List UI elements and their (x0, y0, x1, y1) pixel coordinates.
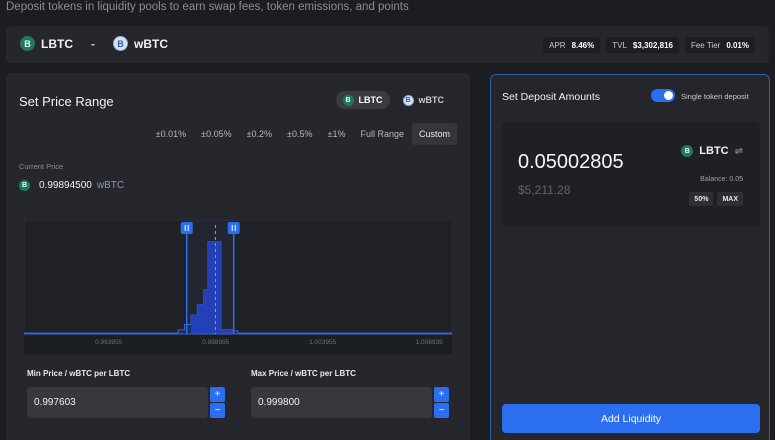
current-price: B 0.99894500 wBTC (19, 180, 124, 191)
x-tick-label: 0.993955 (95, 339, 122, 346)
stat-label: TVL (612, 40, 627, 50)
range-tab-0.5[interactable]: ±0.5% (280, 123, 319, 145)
liquidity-bar (197, 304, 204, 334)
toggle-wbtc[interactable]: B wBTC (396, 91, 452, 109)
deposit-amount-input[interactable]: 0.05002805 (518, 151, 624, 174)
toggle-label: wBTC (418, 95, 445, 105)
single-token-toggle[interactable] (651, 89, 675, 102)
add-liquidity-button[interactable]: Add Liquidity (502, 404, 760, 433)
min-price-label: Min Price / wBTC per LBTC (27, 369, 131, 378)
range-tab-0.05[interactable]: ±0.05% (194, 123, 238, 145)
lbtc-icon: B (342, 94, 354, 106)
toggle-label: LBTC (358, 95, 383, 105)
x-tick-label: 1.003955 (309, 339, 336, 346)
liquidity-bar (220, 329, 234, 334)
max-price-increment-button[interactable]: + (434, 387, 449, 402)
stat-value: $3,302,816 (632, 40, 673, 50)
deposit-panel: Set Deposit Amounts Single token deposit… (490, 74, 770, 440)
price-range-panel: Set Price Range B LBTC B wBTC ±0.01% ±0.… (6, 73, 470, 440)
swap-arrows-icon[interactable]: ⇌ (735, 146, 743, 157)
min-price-increment-button[interactable]: + (210, 387, 225, 402)
token-pair: B LBTC - B wBTC (20, 36, 168, 51)
lbtc-icon: B (19, 180, 30, 191)
deposit-card: 0.05002805 $5,211.28 B LBTC ⇌ Balance: 0… (502, 121, 760, 226)
base-token-toggle: B LBTC B wBTC (335, 91, 452, 109)
balance: Balance: 0.05 (700, 176, 743, 183)
range-tab-0.2[interactable]: ±0.2% (240, 123, 279, 145)
single-token-label: Single token deposit (681, 92, 749, 101)
max-price-label: Max Price / wBTC per LBTC (251, 369, 356, 378)
deposit-token-name: LBTC (699, 145, 729, 157)
max-price: Max Price / wBTC per LBTC 0.999800 + − (251, 369, 449, 418)
stat-label: Fee Tier (690, 40, 721, 50)
lbtc-icon: B (681, 145, 694, 157)
balance-label: Balance: (700, 176, 728, 183)
stat-tvl: TVL $3,302,816 (606, 37, 679, 53)
toggle-lbtc[interactable]: B LBTC (335, 91, 390, 109)
min-range-handle[interactable] (180, 222, 193, 234)
deposit-title: Set Deposit Amounts (502, 91, 601, 103)
amount-shortcuts: 50% MAX (689, 192, 743, 206)
x-tick-label: 1.008935 (416, 339, 443, 346)
wbtc-icon: B (402, 94, 414, 106)
token0-name: LBTC (41, 36, 73, 51)
balance-value: 0.05 (729, 176, 743, 183)
deposit-usd-value: $5,211.28 (518, 183, 571, 197)
current-price-value: 0.99894500 (39, 180, 92, 191)
current-price-label: Current Price (19, 162, 64, 171)
x-tick-label: 0.998955 (202, 339, 229, 346)
min-price-input[interactable]: 0.997603 (27, 387, 208, 418)
liquidity-bar (203, 289, 209, 334)
range-tab-custom[interactable]: Custom (411, 123, 457, 145)
stat-label: APR (549, 40, 566, 50)
stat-value: 8.46% (571, 40, 595, 50)
pair-separator: - (91, 36, 95, 51)
max-price-decrement-button[interactable]: − (434, 403, 449, 418)
wbtc-icon: B (113, 36, 128, 51)
toggle-knob (664, 91, 673, 100)
range-tab-full[interactable]: Full Range (353, 123, 411, 145)
range-tab-0.01[interactable]: ±0.01% (149, 123, 193, 145)
stat-apr: APR 8.46% (543, 37, 601, 53)
liquidity-chart[interactable]: 0.993955 0.998955 1.003955 1.008935 (24, 220, 452, 354)
pool-stats: APR 8.46% TVL $3,302,816 Fee Tier 0.01% (543, 37, 755, 53)
liquidity-bar (216, 241, 221, 334)
price-range-title: Set Price Range (19, 94, 114, 109)
stat-value: 0.01% (726, 40, 749, 50)
chart-axis-band (24, 334, 452, 354)
lbtc-icon: B (20, 36, 35, 51)
half-button[interactable]: 50% (689, 192, 714, 206)
min-price-decrement-button[interactable]: − (210, 403, 225, 418)
token1-name: wBTC (134, 36, 168, 51)
page-subtitle: Deposit tokens in liquidity pools to ear… (6, 1, 409, 13)
max-button[interactable]: MAX (717, 192, 743, 206)
stat-fee-tier: Fee Tier 0.01% (684, 37, 755, 53)
min-price: Min Price / wBTC per LBTC 0.997603 + − (27, 369, 225, 418)
current-price-unit: wBTC (96, 180, 125, 191)
pool-header: B LBTC - B wBTC APR 8.46% TVL $3,302,816… (6, 26, 769, 63)
liquidity-bar (190, 315, 198, 334)
range-tab-1[interactable]: ±1% (321, 123, 353, 145)
deposit-token-selector[interactable]: B LBTC ⇌ (681, 145, 743, 157)
range-presets: ±0.01% ±0.05% ±0.2% ±0.5% ±1% Full Range… (148, 123, 457, 145)
max-range-handle[interactable] (227, 222, 240, 234)
max-price-input[interactable]: 0.999800 (251, 387, 432, 418)
